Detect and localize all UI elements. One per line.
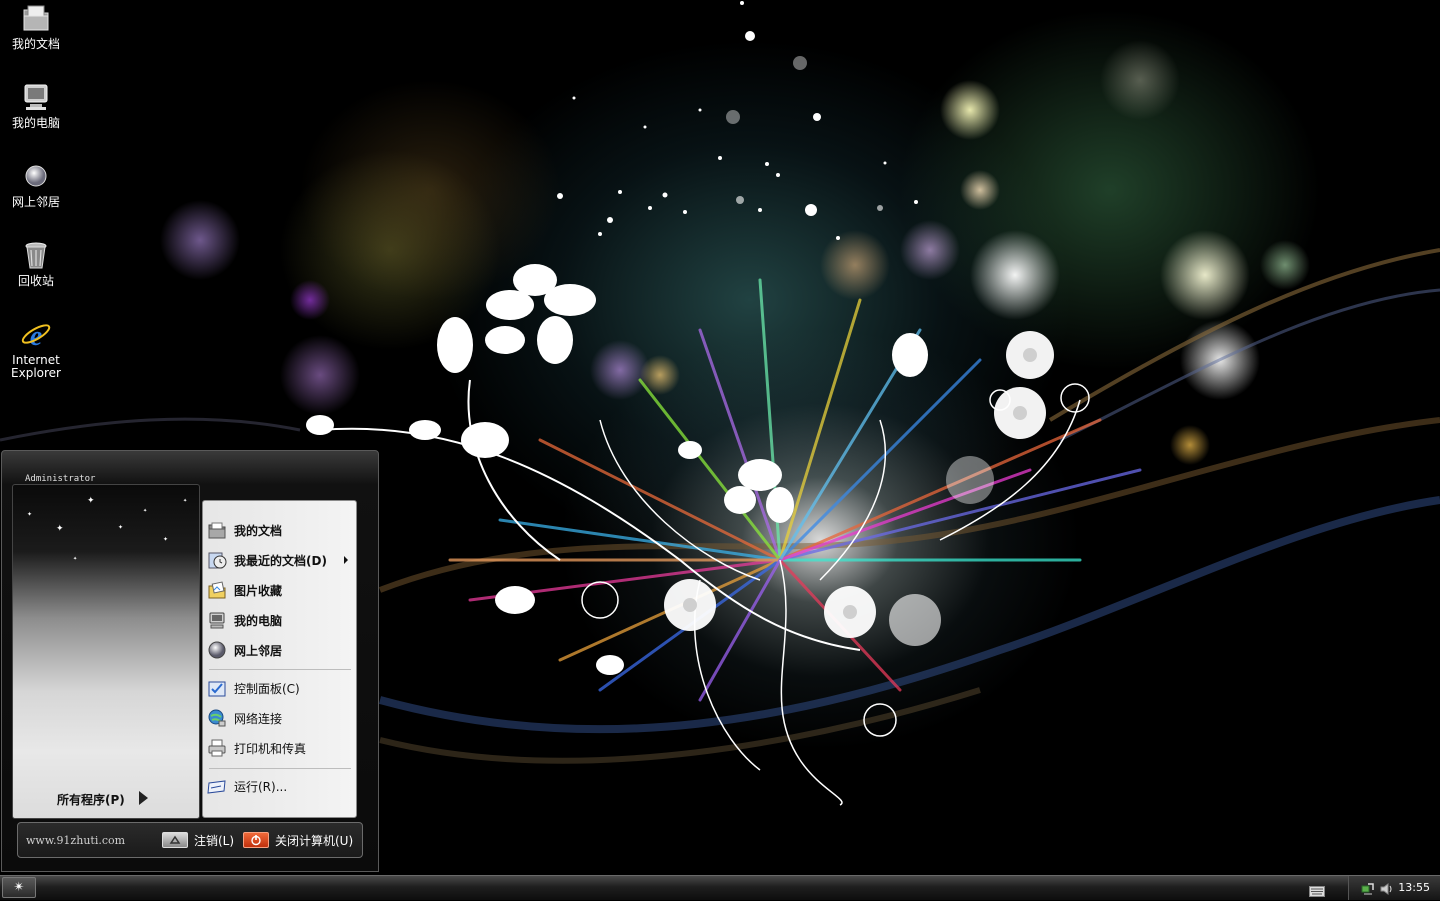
my-pictures-icon xyxy=(207,580,227,600)
logoff-icon xyxy=(162,832,188,848)
menu-item-control-panel[interactable]: 控制面板(C) xyxy=(207,676,352,700)
menu-item-label: 控制面板(C) xyxy=(234,681,300,696)
start-menu-bottom-bar: www.91zhuti.com 注销(L) 关闭计算机(U) xyxy=(17,822,363,858)
menu-item-label: 网上邻居 xyxy=(234,643,283,658)
menu-separator xyxy=(209,768,351,769)
my-documents-icon xyxy=(207,520,227,540)
menu-item-network-connections[interactable]: 网络连接 xyxy=(207,706,352,730)
network-connections-icon xyxy=(207,708,227,728)
menu-item-label: 打印机和传真 xyxy=(234,741,307,756)
menu-item-recent-documents[interactable]: 我最近的文档(D) xyxy=(207,548,352,572)
menu-item-printers-fax[interactable]: 打印机和传真 xyxy=(207,736,352,760)
desktop-icon-internet-explorer[interactable]: e Internet Explorer xyxy=(0,318,72,380)
start-menu-places-pane: 我的文档 我最近的文档(D) 图片收藏 我的电脑 网上邻居 控制面板(C) 网络… xyxy=(202,500,357,818)
menu-item-my-computer[interactable]: 我的电脑 xyxy=(207,608,352,632)
my-documents-icon xyxy=(20,2,52,34)
network-places-icon xyxy=(207,640,227,660)
printers-fax-icon xyxy=(207,738,227,758)
site-watermark-text: www.91zhuti.com xyxy=(26,834,126,847)
menu-separator xyxy=(209,669,351,670)
shutdown-label: 关闭计算机(U) xyxy=(275,833,354,848)
network-places-icon xyxy=(20,160,52,192)
taskbar: ✴ 13:55 xyxy=(0,875,1440,900)
start-star-icon: ✴ xyxy=(13,880,25,895)
control-panel-icon xyxy=(207,678,227,698)
menu-item-run[interactable]: 运行(R)... xyxy=(207,774,352,798)
menu-item-label: 运行(R)... xyxy=(234,779,288,794)
shutdown-button[interactable]: 关闭计算机(U) xyxy=(243,831,353,849)
start-menu: Administrator ✦ ✦ ✦ ✦ ✦ ✦ ✦ ✦ 所有程序(P) 我的… xyxy=(1,450,379,872)
desktop-icon-recycle-bin[interactable]: 回收站 xyxy=(0,239,72,288)
recycle-bin-icon xyxy=(20,239,52,271)
clock[interactable]: 13:55 xyxy=(1398,881,1430,894)
desktop-icon-label: 我的电脑 xyxy=(11,116,60,130)
my-computer-icon xyxy=(207,610,227,630)
recent-documents-icon xyxy=(207,550,227,570)
run-icon xyxy=(207,776,227,796)
network-tray-icon[interactable] xyxy=(1361,881,1375,895)
my-computer-icon xyxy=(20,81,52,113)
desktop-icon-label: 网上邻居 xyxy=(11,195,60,209)
system-tray: 13:55 xyxy=(1348,876,1440,900)
svg-text:e: e xyxy=(30,321,42,350)
logoff-label: 注销(L) xyxy=(194,833,235,848)
all-programs-button[interactable]: 所有程序(P) xyxy=(57,791,148,808)
internet-explorer-icon: e xyxy=(20,318,52,352)
menu-item-network-places[interactable]: 网上邻居 xyxy=(207,638,352,662)
start-button[interactable]: ✴ xyxy=(2,877,36,898)
menu-item-label: 图片收藏 xyxy=(234,583,283,598)
desktop-icon-label: 我的文档 xyxy=(11,37,60,51)
submenu-arrow-icon xyxy=(344,556,348,564)
desktop-icon-label: Explorer xyxy=(11,366,61,380)
desktop-icon-my-documents[interactable]: 我的文档 xyxy=(0,2,72,51)
menu-item-my-documents[interactable]: 我的文档 xyxy=(207,518,352,542)
desktop-icon-my-computer[interactable]: 我的电脑 xyxy=(0,81,72,130)
arrow-right-icon xyxy=(138,791,148,805)
keyboard-icon[interactable] xyxy=(1309,882,1325,897)
menu-item-label: 我的文档 xyxy=(234,523,283,538)
desktop-icon-network-places[interactable]: 网上邻居 xyxy=(0,160,72,209)
volume-tray-icon[interactable] xyxy=(1379,881,1393,895)
menu-item-label: 我的电脑 xyxy=(234,613,283,628)
menu-item-label: 我最近的文档(D) xyxy=(234,553,327,568)
all-programs-label: 所有程序(P) xyxy=(57,793,125,807)
logoff-button[interactable]: 注销(L) xyxy=(162,831,234,849)
start-menu-programs-pane: ✦ ✦ ✦ ✦ ✦ ✦ ✦ ✦ 所有程序(P) xyxy=(12,484,200,819)
menu-item-my-pictures[interactable]: 图片收藏 xyxy=(207,578,352,602)
user-name: Administrator xyxy=(25,474,96,484)
power-icon xyxy=(243,832,269,848)
desktop-icon-label: 回收站 xyxy=(17,274,54,288)
menu-item-label: 网络连接 xyxy=(234,711,283,726)
